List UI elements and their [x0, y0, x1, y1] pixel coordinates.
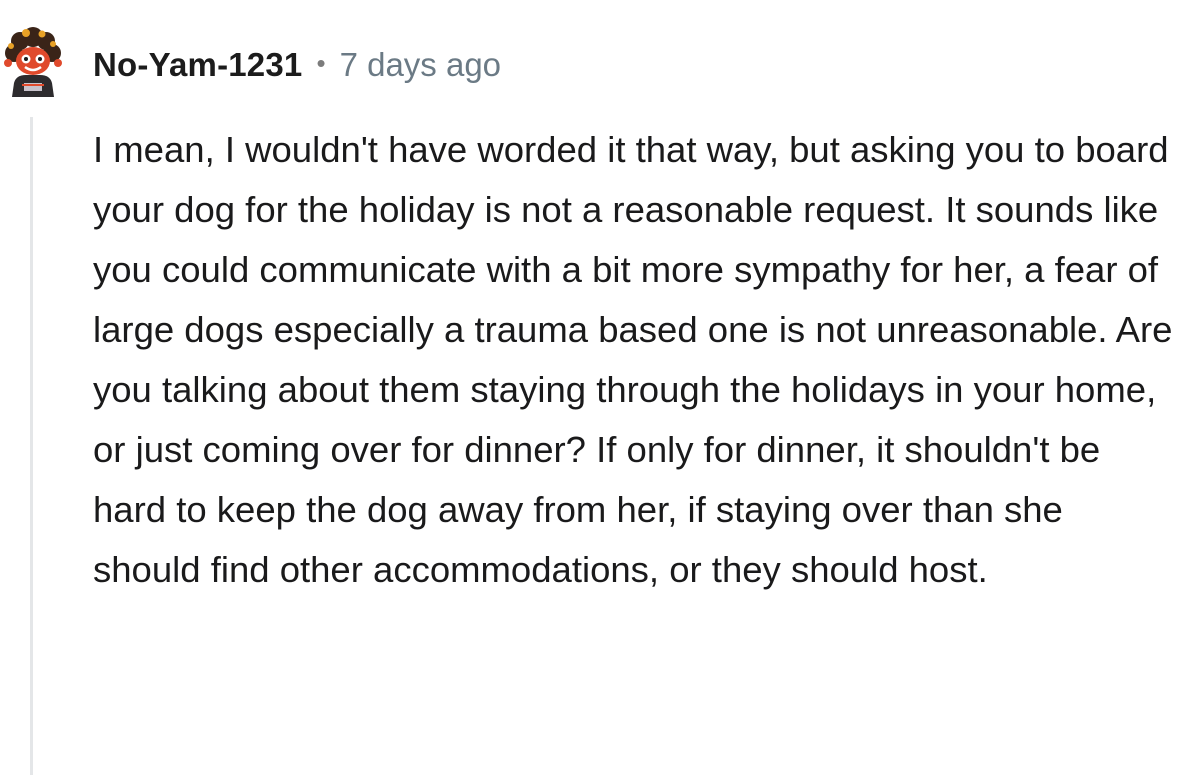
thread-collapse-line[interactable] — [30, 117, 33, 775]
user-avatar[interactable] — [0, 27, 66, 97]
comment-timestamp[interactable]: 7 days ago — [340, 46, 501, 84]
meta-separator: • — [316, 47, 326, 78]
username-link[interactable]: No-Yam-1231 — [93, 46, 302, 84]
comment-body: I mean, I wouldn't have worded it that w… — [93, 129, 1173, 590]
comment: No-Yam-1231 • 7 days ago I mean, I would… — [0, 0, 1183, 775]
snoo-avatar-icon — [4, 27, 62, 97]
comment-header: No-Yam-1231 • 7 days ago — [93, 40, 501, 90]
